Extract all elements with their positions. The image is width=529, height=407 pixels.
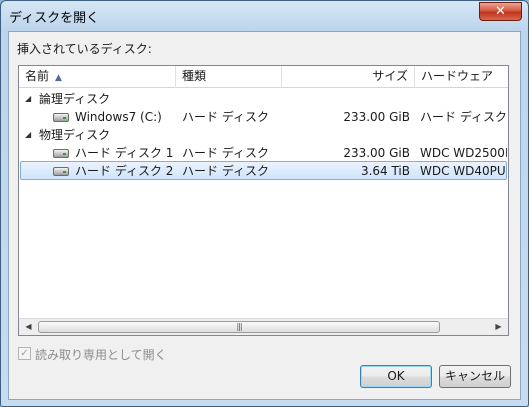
horizontal-scrollbar[interactable]: ◀ ||| ▶ bbox=[19, 318, 508, 335]
cell-hardware: ハード ディスク bbox=[420, 110, 507, 124]
group-row-physical-disks[interactable]: ◢ 物理ディスク bbox=[20, 126, 507, 144]
group-label: 論理ディスク bbox=[39, 92, 111, 106]
ok-button[interactable]: OK bbox=[360, 365, 432, 388]
cell-name: ハード ディスク 2 bbox=[75, 164, 174, 178]
cell-type: ハード ディスク bbox=[182, 164, 269, 178]
scroll-left-arrow-icon[interactable]: ◀ bbox=[20, 319, 37, 335]
table-row[interactable]: Windows7 (C:) ハード ディスク 233.00 GiB ハード ディ… bbox=[20, 108, 507, 126]
title-bar[interactable]: ディスクを開く ✕ bbox=[1, 1, 528, 31]
cell-size: 233.00 GiB bbox=[343, 146, 410, 160]
column-header-type-label: 種類 bbox=[182, 69, 207, 83]
close-button[interactable]: ✕ bbox=[479, 2, 522, 21]
column-header-size-label: サイズ bbox=[372, 69, 408, 83]
hard-disk-icon bbox=[53, 149, 69, 158]
open-disk-dialog: ディスクを開く ✕ 挿入されているディスク: 名前 ▲ 種類 サイズ ハードウェア bbox=[0, 0, 529, 407]
hard-disk-icon bbox=[53, 113, 69, 122]
cell-size: 233.00 GiB bbox=[343, 110, 410, 124]
disk-list-label: 挿入されているディスク: bbox=[17, 42, 152, 56]
cancel-button[interactable]: キャンセル bbox=[439, 365, 511, 388]
column-header-name-label: 名前 bbox=[25, 69, 50, 83]
column-header-name[interactable]: 名前 ▲ bbox=[19, 66, 176, 88]
group-label: 物理ディスク bbox=[39, 128, 111, 142]
column-header-hardware-label: ハードウェア bbox=[421, 69, 494, 83]
readonly-checkbox[interactable]: ✓ bbox=[18, 347, 31, 360]
table-row-selected[interactable]: ハード ディスク 2 ハード ディスク 3.64 TiB WDC WD40PUR… bbox=[20, 161, 507, 180]
cell-type: ハード ディスク bbox=[182, 110, 269, 124]
column-header-type[interactable]: 種類 bbox=[176, 66, 282, 88]
cell-size: 3.64 TiB bbox=[360, 164, 410, 178]
sort-ascending-icon: ▲ bbox=[55, 73, 62, 83]
disk-list[interactable]: 名前 ▲ 種類 サイズ ハードウェア ◢ 論理ディスク Windows7 (C:… bbox=[18, 65, 509, 336]
cell-type: ハード ディスク bbox=[182, 146, 269, 160]
cell-name: Windows7 (C:) bbox=[75, 110, 162, 124]
scrollbar-thumb[interactable]: ||| bbox=[38, 321, 440, 333]
expand-triangle-icon[interactable]: ◢ bbox=[25, 90, 31, 108]
cell-hardware: WDC WD2500BEVS bbox=[420, 146, 507, 160]
column-header-size[interactable]: サイズ bbox=[282, 66, 415, 88]
cell-hardware: WDC WD40PURX bbox=[420, 164, 506, 178]
cell-name: ハード ディスク 1 bbox=[75, 146, 174, 160]
table-row[interactable]: ハード ディスク 1 ハード ディスク 233.00 GiB WDC WD250… bbox=[20, 144, 507, 162]
list-header: 名前 ▲ 種類 サイズ ハードウェア bbox=[19, 66, 508, 88]
close-icon: ✕ bbox=[495, 4, 506, 19]
readonly-checkbox-label: 読み取り専用として開く bbox=[35, 348, 167, 362]
window-title: ディスクを開く bbox=[9, 11, 100, 26]
dialog-body: 挿入されているディスク: 名前 ▲ 種類 サイズ ハードウェア ◢ 論理ディスク… bbox=[8, 31, 521, 400]
hard-disk-icon bbox=[53, 167, 69, 176]
scroll-right-arrow-icon[interactable]: ▶ bbox=[490, 319, 507, 335]
expand-triangle-icon[interactable]: ◢ bbox=[25, 126, 31, 144]
group-row-logical-disks[interactable]: ◢ 論理ディスク bbox=[20, 90, 507, 108]
column-header-hardware[interactable]: ハードウェア bbox=[415, 66, 508, 88]
